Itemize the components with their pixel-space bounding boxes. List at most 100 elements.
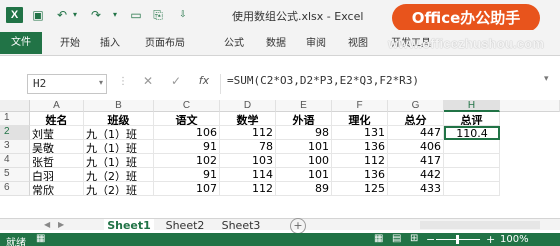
selected-cell-h2[interactable]: 110.4: [444, 126, 500, 140]
tab-page-layout[interactable]: 页面布局: [136, 34, 194, 54]
page-layout-view-icon[interactable]: ▤: [392, 233, 401, 244]
column-header-c[interactable]: C: [154, 100, 220, 112]
row-header-2[interactable]: 2: [0, 126, 30, 140]
header-cell-overall[interactable]: 总评: [444, 112, 500, 126]
table-cell[interactable]: [444, 182, 500, 196]
table-cell[interactable]: 89: [276, 182, 332, 196]
zoom-out-button[interactable]: −: [426, 233, 435, 246]
table-cell[interactable]: 98: [276, 126, 332, 140]
column-header-h[interactable]: H: [444, 100, 500, 112]
table-cell[interactable]: 101: [276, 168, 332, 182]
table-cell[interactable]: 九（2）班: [84, 168, 154, 182]
table-cell[interactable]: 433: [388, 182, 444, 196]
row-header-5[interactable]: 5: [0, 168, 30, 182]
table-cell[interactable]: 112: [220, 126, 276, 140]
table-cell[interactable]: 406: [388, 140, 444, 154]
copy-icon[interactable]: ⎘: [150, 6, 166, 24]
table-cell[interactable]: 447: [388, 126, 444, 140]
table-cell[interactable]: 九（1）班: [84, 140, 154, 154]
table-cell[interactable]: 102: [154, 154, 220, 168]
table-cell[interactable]: [444, 140, 500, 154]
name-box[interactable]: H2: [27, 74, 107, 94]
header-cell-chinese[interactable]: 语文: [154, 112, 220, 126]
next-sheet-icon[interactable]: ▶: [58, 220, 64, 229]
save-icon[interactable]: ▣: [30, 6, 46, 24]
tab-view[interactable]: 视图: [338, 34, 378, 54]
column-header-e[interactable]: E: [276, 100, 332, 112]
table-cell[interactable]: 100: [276, 154, 332, 168]
column-header-a[interactable]: A: [30, 100, 84, 112]
tab-formulas[interactable]: 公式: [214, 34, 254, 54]
table-cell[interactable]: [444, 168, 500, 182]
macro-record-icon[interactable]: ▦: [36, 233, 45, 244]
prev-sheet-icon[interactable]: ◀: [44, 220, 50, 229]
table-cell[interactable]: 442: [388, 168, 444, 182]
row-header-4[interactable]: 4: [0, 154, 30, 168]
undo-icon[interactable]: ↶: [54, 6, 70, 24]
zoom-level[interactable]: 100%: [500, 234, 529, 245]
header-cell-foreign-lang[interactable]: 外语: [276, 112, 332, 126]
table-cell[interactable]: 吴敬: [30, 140, 84, 154]
table-cell[interactable]: 131: [332, 126, 388, 140]
header-cell-name[interactable]: 姓名: [30, 112, 84, 126]
add-sheet-button[interactable]: +: [290, 218, 306, 234]
column-header-g[interactable]: G: [388, 100, 444, 112]
undo-dropdown-icon[interactable]: ▾: [70, 6, 80, 24]
redo-dropdown-icon[interactable]: ▾: [110, 6, 120, 24]
tab-data[interactable]: 数据: [256, 34, 296, 54]
customize-qat-icon[interactable]: ⇩: [176, 6, 190, 24]
header-cell-physchem[interactable]: 理化: [332, 112, 388, 126]
insert-function-button[interactable]: fx: [196, 74, 212, 92]
table-cell[interactable]: 107: [154, 182, 220, 196]
table-cell[interactable]: 103: [220, 154, 276, 168]
table-cell[interactable]: 白羽: [30, 168, 84, 182]
name-box-dropdown-icon[interactable]: ▾: [96, 74, 106, 92]
formula-input[interactable]: =SUM(C2*O3,D2*P3,E2*Q3,F2*R3): [220, 74, 540, 94]
zoom-in-button[interactable]: +: [486, 233, 495, 246]
table-cell[interactable]: 136: [332, 168, 388, 182]
table-cell[interactable]: 101: [276, 140, 332, 154]
table-cell[interactable]: 常欣: [30, 182, 84, 196]
table-cell[interactable]: 125: [332, 182, 388, 196]
table-cell[interactable]: 九（1）班: [84, 126, 154, 140]
select-all-corner[interactable]: [0, 100, 30, 112]
tab-file[interactable]: 文件: [0, 32, 42, 54]
enter-formula-button[interactable]: ✓: [168, 74, 184, 92]
table-cell[interactable]: 九（1）班: [84, 154, 154, 168]
table-cell[interactable]: 417: [388, 154, 444, 168]
table-cell[interactable]: 张哲: [30, 154, 84, 168]
table-cell[interactable]: 91: [154, 140, 220, 154]
table-cell[interactable]: 九（2）班: [84, 182, 154, 196]
open-folder-icon[interactable]: ▭: [128, 6, 144, 24]
tab-home[interactable]: 开始: [50, 34, 90, 54]
row-header-6[interactable]: 6: [0, 182, 30, 196]
redo-icon[interactable]: ↷: [88, 6, 104, 24]
header-cell-total[interactable]: 总分: [388, 112, 444, 126]
table-cell[interactable]: 114: [220, 168, 276, 182]
expand-formula-bar-icon[interactable]: ▾: [544, 74, 549, 84]
normal-view-icon[interactable]: ▦: [374, 233, 383, 244]
table-cell[interactable]: 106: [154, 126, 220, 140]
table-cell[interactable]: 91: [154, 168, 220, 182]
row-header-3[interactable]: 3: [0, 140, 30, 154]
zoom-slider-thumb[interactable]: [456, 235, 459, 244]
table-cell[interactable]: 136: [332, 140, 388, 154]
column-header-d[interactable]: D: [220, 100, 276, 112]
row-header-1[interactable]: 1: [0, 112, 30, 126]
column-header-f[interactable]: F: [332, 100, 388, 112]
page-break-view-icon[interactable]: ⊞: [410, 233, 418, 244]
table-cell[interactable]: 112: [220, 182, 276, 196]
brand-url-watermark: www.officezhushou.com: [388, 36, 545, 51]
tab-insert[interactable]: 插入: [90, 34, 130, 54]
table-cell[interactable]: 78: [220, 140, 276, 154]
table-cell[interactable]: [444, 154, 500, 168]
column-header-empty[interactable]: [500, 100, 560, 112]
table-cell[interactable]: 112: [332, 154, 388, 168]
tab-review[interactable]: 审阅: [296, 34, 336, 54]
table-cell[interactable]: 刘莹: [30, 126, 84, 140]
cancel-formula-button[interactable]: ✕: [140, 74, 156, 92]
header-cell-class[interactable]: 班级: [84, 112, 154, 126]
horizontal-scrollbar[interactable]: [420, 221, 540, 229]
column-header-b[interactable]: B: [84, 100, 154, 112]
header-cell-math[interactable]: 数学: [220, 112, 276, 126]
